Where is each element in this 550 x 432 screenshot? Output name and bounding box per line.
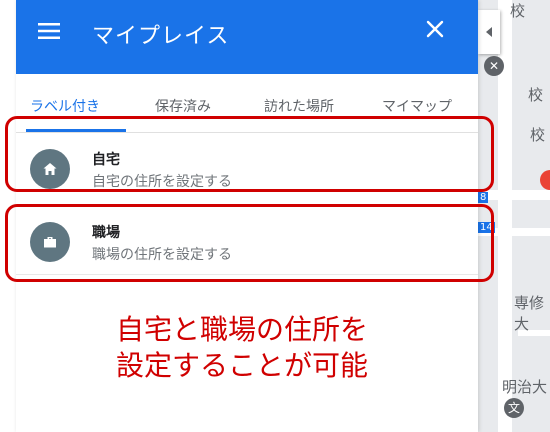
map-label-school: 校 <box>530 126 546 144</box>
road-badge: 8 <box>478 192 489 203</box>
highlight-box-work <box>5 204 494 282</box>
highlight-box-home <box>5 116 494 192</box>
annotation-caption: 自宅と職場の住所を 設定することが可能 <box>92 312 392 384</box>
map-label-school: 校 <box>510 2 526 20</box>
page-title: マイプレイス <box>92 24 230 49</box>
map-label-school: 校 <box>528 86 544 104</box>
collapse-panel-button[interactable] <box>478 10 500 54</box>
tab-labeled[interactable]: ラベル付き <box>30 96 100 116</box>
map-pin-icon[interactable]: ✕ <box>484 56 504 76</box>
caret-left-icon <box>486 27 492 37</box>
map-pin-icon[interactable] <box>540 170 550 190</box>
annotation-line: 自宅と職場の住所を <box>115 313 368 346</box>
close-icon[interactable] <box>426 20 444 38</box>
school-pin-icon[interactable]: 文 <box>504 398 524 418</box>
map-label-meiji-univ: 明治大 <box>502 378 548 396</box>
tab-visited[interactable]: 訪れた場所 <box>264 96 334 116</box>
tab-saved[interactable]: 保存済み <box>155 96 211 116</box>
annotation-line: 設定することが可能 <box>115 349 368 382</box>
hamburger-menu-icon[interactable] <box>38 22 60 40</box>
panel-header: マイプレイス <box>16 0 478 74</box>
tab-my-maps[interactable]: マイマップ <box>382 96 452 116</box>
map-label-senshu-univ: 専修大 <box>514 294 545 333</box>
